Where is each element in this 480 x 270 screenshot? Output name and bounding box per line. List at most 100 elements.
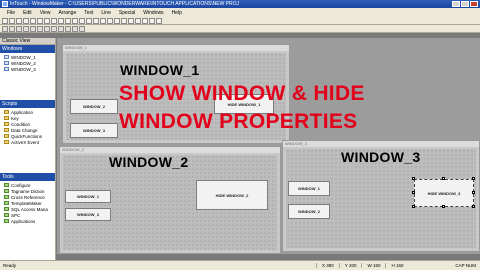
align-right-icon[interactable] (149, 17, 155, 24)
copy-icon[interactable] (30, 17, 36, 24)
font-icon[interactable] (2, 25, 8, 32)
script-icon (4, 128, 9, 132)
overlay-title-line-2: WINDOW PROPERTIES (119, 110, 358, 133)
status-h: H 160 (385, 263, 408, 268)
menu-help[interactable]: Help (168, 10, 186, 16)
line-color-icon[interactable] (37, 25, 43, 32)
resize-handle[interactable] (472, 191, 475, 194)
polyline-icon[interactable] (86, 17, 92, 24)
windows-section-title[interactable]: Windows (0, 45, 55, 53)
resize-handle[interactable] (442, 177, 445, 180)
tool-icon (4, 189, 9, 193)
window-1-heading: WINDOW_1 (120, 62, 200, 78)
bitmap-icon[interactable] (107, 17, 113, 24)
grid-icon[interactable] (128, 17, 134, 24)
tool-icon (4, 183, 9, 187)
design-canvas[interactable]: WINDOW_1 WINDOW_2 WINDOW_3 HIDE WINDOW_1… (57, 38, 480, 254)
line-icon[interactable] (79, 17, 85, 24)
scripts-section-title[interactable]: Scripts (0, 100, 55, 108)
maximize-button[interactable] (461, 1, 469, 7)
paste-icon[interactable] (37, 17, 43, 24)
undo-icon[interactable] (44, 17, 50, 24)
text-icon[interactable] (100, 17, 106, 24)
window-3-show-window-2-button[interactable]: WINDOW_2 (288, 204, 330, 219)
menu-edit[interactable]: Edit (19, 10, 36, 16)
open-icon[interactable] (9, 17, 15, 24)
fill-color-icon[interactable] (30, 25, 36, 32)
window-icon (4, 55, 9, 59)
align-center-icon[interactable] (142, 17, 148, 24)
window-3-title: WINDOW_3 (283, 141, 479, 147)
resize-handle[interactable] (442, 205, 445, 208)
window-1-show-window-3-button[interactable]: WINDOW_3 (70, 123, 118, 138)
status-w: W 160 (361, 263, 385, 268)
resize-handle[interactable] (412, 177, 415, 180)
menu-windows[interactable]: Windows (139, 10, 167, 16)
underline-icon[interactable] (23, 25, 29, 32)
tool-icon (4, 201, 9, 205)
menu-arrange[interactable]: Arrange (54, 10, 80, 16)
back-icon[interactable] (65, 25, 71, 32)
application-explorer: Classic View Windows WINDOW_1 WINDOW_2 W… (0, 38, 56, 260)
window-2-heading: WINDOW_2 (109, 154, 189, 170)
ellipse-icon[interactable] (72, 17, 78, 24)
cut-icon[interactable] (23, 17, 29, 24)
tool-icon (4, 213, 9, 217)
pointer-icon[interactable] (51, 17, 57, 24)
group-icon[interactable] (72, 25, 78, 32)
tools-section-title[interactable]: Tools (0, 173, 55, 181)
align-left-icon[interactable] (135, 17, 141, 24)
resize-handle[interactable] (412, 191, 415, 194)
rounded-rect-icon[interactable] (65, 17, 71, 24)
window-2-hide-button[interactable]: HIDE WINDOW_2 (196, 180, 268, 210)
wizard-icon[interactable] (121, 17, 127, 24)
window-3-heading: WINDOW_3 (341, 149, 421, 165)
save-icon[interactable] (16, 17, 22, 24)
resize-handle[interactable] (412, 205, 415, 208)
status-bar: Ready X 380 Y 200 W 160 H 160 CAP NUM (0, 260, 480, 270)
tool-icon (4, 219, 9, 223)
resize-handle[interactable] (472, 177, 475, 180)
script-icon (4, 140, 9, 144)
script-icon (4, 110, 9, 114)
script-icon (4, 134, 9, 138)
minimize-button[interactable] (452, 1, 460, 7)
text-color-icon[interactable] (44, 25, 50, 32)
close-button[interactable] (470, 1, 478, 7)
window-icon (4, 61, 9, 65)
menu-line[interactable]: Line (97, 10, 114, 16)
window-3-show-window-1-button[interactable]: WINDOW_1 (288, 181, 330, 196)
title-bar: InTouch - WindowMaker - C:\USERS\PUBLIC\… (0, 0, 480, 8)
window-1-show-window-2-button[interactable]: WINDOW_2 (70, 99, 118, 114)
overlay-title-line-1: SHOW WINDOW & HIDE (119, 82, 365, 105)
bold-icon[interactable] (9, 25, 15, 32)
button-tool-icon[interactable] (114, 17, 120, 24)
tree-item-applications[interactable]: Applications (0, 218, 55, 224)
status-x: X 380 (316, 263, 339, 268)
status-keys: CAP NUM (455, 263, 476, 268)
window-2-title: WINDOW_2 (60, 147, 280, 153)
new-icon[interactable] (2, 17, 8, 24)
window-3-hide-button[interactable]: HIDE WINDOW_3 (414, 179, 474, 207)
resize-handle[interactable] (472, 205, 475, 208)
polygon-icon[interactable] (93, 17, 99, 24)
ungroup-icon[interactable] (79, 25, 85, 32)
front-icon[interactable] (58, 25, 64, 32)
toolbar-format (0, 25, 480, 33)
toolbar-main (0, 17, 480, 25)
window-1-title: WINDOW_1 (63, 45, 289, 51)
menu-bar: File Edit View Arrange Text Line Special… (0, 8, 480, 17)
runtime-icon[interactable] (156, 17, 162, 24)
script-icon (4, 116, 9, 120)
window-2-show-window-1-button[interactable]: WINDOW_1 (65, 190, 111, 203)
window-color-icon[interactable] (51, 25, 57, 32)
menu-view[interactable]: View (36, 10, 55, 16)
window-2-show-window-3-button[interactable]: WINDOW_3 (65, 208, 111, 221)
menu-text[interactable]: Text (80, 10, 97, 16)
rectangle-icon[interactable] (58, 17, 64, 24)
window-title: InTouch - WindowMaker - C:\USERS\PUBLIC\… (10, 1, 240, 7)
menu-file[interactable]: File (3, 10, 19, 16)
italic-icon[interactable] (16, 25, 22, 32)
script-icon (4, 122, 9, 126)
menu-special[interactable]: Special (115, 10, 139, 16)
